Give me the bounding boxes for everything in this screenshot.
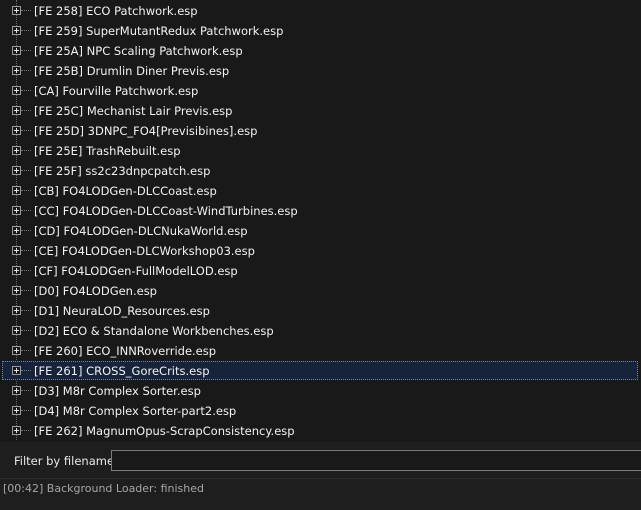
plugin-name: [D4] M8r Complex Sorter-part2.esp	[34, 404, 237, 418]
plugin-name: [FE 25E] TrashRebuilt.esp	[34, 144, 181, 158]
tree-branch-line	[21, 230, 31, 231]
tree-row[interactable]: [CE] FO4LODGen-DLCWorkshop03.esp	[0, 241, 641, 261]
tree-branch-line	[21, 370, 31, 371]
tree-row[interactable]: [FE 25B] Drumlin Diner Previs.esp	[0, 61, 641, 81]
tree-branch-line	[21, 110, 31, 111]
tree-row[interactable]: [D3] M8r Complex Sorter.esp	[0, 381, 641, 401]
plugin-name: [FE 261] CROSS_GoreCrits.esp	[34, 364, 210, 378]
expand-plus-icon[interactable]	[12, 106, 21, 115]
plugin-name: [D0] FO4LODGen.esp	[34, 284, 157, 298]
plugin-name: [FE 259] SuperMutantRedux Patchwork.esp	[34, 24, 284, 38]
plugin-name: [FE 260] ECO_INNRoverride.esp	[34, 344, 217, 358]
filter-label: Filter by filename:	[14, 454, 118, 468]
expand-plus-icon[interactable]	[12, 26, 21, 35]
tree-row[interactable]: [D0] FO4LODGen.esp	[0, 281, 641, 301]
expand-plus-icon[interactable]	[12, 126, 21, 135]
expand-plus-icon[interactable]	[12, 206, 21, 215]
tree-branch-line	[21, 70, 31, 71]
expand-plus-icon[interactable]	[12, 146, 21, 155]
tree-branch-line	[21, 130, 31, 131]
expand-plus-icon[interactable]	[12, 86, 21, 95]
tree-row[interactable]: [FE 25E] TrashRebuilt.esp	[0, 141, 641, 161]
tree-branch-line	[21, 30, 31, 31]
plugin-name: [FE 25A] NPC Scaling Patchwork.esp	[34, 44, 243, 58]
tree-branch-line	[21, 50, 31, 51]
tree-row[interactable]: [CD] FO4LODGen-DLCNukaWorld.esp	[0, 221, 641, 241]
filter-bar: Filter by filename:	[0, 442, 641, 478]
plugin-name: [FE 258] ECO Patchwork.esp	[34, 4, 198, 18]
tree-branch-line	[21, 270, 31, 271]
tree-row[interactable]: [FE 259] SuperMutantRedux Patchwork.esp	[0, 21, 641, 41]
plugin-name: [CF] FO4LODGen-FullModelLOD.esp	[34, 264, 238, 278]
plugin-name: [FE 25F] ss2c23dnpcpatch.esp	[34, 164, 211, 178]
tree-row[interactable]: [FE 260] ECO_INNRoverride.esp	[0, 341, 641, 361]
plugin-name: [D1] NeuraLOD_Resources.esp	[34, 304, 210, 318]
tree-row[interactable]: [CC] FO4LODGen-DLCCoast-WindTurbines.esp	[0, 201, 641, 221]
tree-branch-line	[21, 290, 31, 291]
tree-branch-line	[21, 150, 31, 151]
expand-plus-icon[interactable]	[12, 246, 21, 255]
tree-row[interactable]: [D1] NeuraLOD_Resources.esp	[0, 301, 641, 321]
tree-branch-line	[21, 410, 31, 411]
tree-branch-line	[21, 430, 31, 431]
tree-row[interactable]: [CB] FO4LODGen-DLCCoast.esp	[0, 181, 641, 201]
tree-row[interactable]: [FE 258] ECO Patchwork.esp	[0, 1, 641, 21]
expand-plus-icon[interactable]	[12, 46, 21, 55]
tree-branch-line	[21, 250, 31, 251]
plugin-name: [FE 25B] Drumlin Diner Previs.esp	[34, 64, 230, 78]
expand-plus-icon[interactable]	[12, 166, 21, 175]
tree-row[interactable]: [FE 25F] ss2c23dnpcpatch.esp	[0, 161, 641, 181]
expand-plus-icon[interactable]	[12, 346, 21, 355]
tree-row[interactable]: [D4] M8r Complex Sorter-part2.esp	[0, 401, 641, 421]
expand-plus-icon[interactable]	[12, 326, 21, 335]
plugin-name: [D2] ECO & Standalone Workbenches.esp	[34, 324, 274, 338]
expand-plus-icon[interactable]	[12, 266, 21, 275]
tree-branch-line	[21, 390, 31, 391]
tree-branch-line	[21, 310, 31, 311]
tree-branch-line	[21, 10, 31, 11]
expand-plus-icon[interactable]	[12, 226, 21, 235]
expand-plus-icon[interactable]	[12, 366, 21, 375]
status-text: [00:42] Background Loader: finished	[3, 482, 204, 495]
tree-branch-line	[21, 190, 31, 191]
expand-plus-icon[interactable]	[12, 6, 21, 15]
tree-branch-line	[21, 330, 31, 331]
tree-branch-line	[21, 90, 31, 91]
plugin-tree[interactable]: [FE 258] ECO Patchwork.esp [FE 259] Super…	[0, 0, 641, 442]
expand-plus-icon[interactable]	[12, 426, 21, 435]
plugin-name: [CD] FO4LODGen-DLCNukaWorld.esp	[34, 224, 248, 238]
expand-plus-icon[interactable]	[12, 66, 21, 75]
tree-branch-line	[21, 210, 31, 211]
tree-row[interactable]: [CA] Fourville Patchwork.esp	[0, 81, 641, 101]
tree-row[interactable]: [FE 25C] Mechanist Lair Previs.esp	[0, 101, 641, 121]
expand-plus-icon[interactable]	[12, 406, 21, 415]
tree-branch-line	[21, 350, 31, 351]
expand-plus-icon[interactable]	[12, 386, 21, 395]
plugin-name: [CB] FO4LODGen-DLCCoast.esp	[34, 184, 217, 198]
tree-branch-line	[21, 170, 31, 171]
tree-row[interactable]: [D2] ECO & Standalone Workbenches.esp	[0, 321, 641, 341]
filter-input[interactable]	[111, 450, 641, 471]
plugin-name: [D3] M8r Complex Sorter.esp	[34, 384, 201, 398]
tree-row[interactable]: [FE 25D] 3DNPC_FO4[Previsibines].esp	[0, 121, 641, 141]
expand-plus-icon[interactable]	[12, 186, 21, 195]
plugin-name: [CA] Fourville Patchwork.esp	[34, 84, 199, 98]
plugin-name: [FE 25C] Mechanist Lair Previs.esp	[34, 104, 233, 118]
plugin-name: [CE] FO4LODGen-DLCWorkshop03.esp	[34, 244, 255, 258]
plugin-name: [CC] FO4LODGen-DLCCoast-WindTurbines.esp	[34, 204, 298, 218]
status-bar: [00:42] Background Loader: finished	[0, 479, 641, 510]
expand-plus-icon[interactable]	[12, 306, 21, 315]
tree-row[interactable]: [FE 262] MagnumOpus-ScrapConsistency.esp	[0, 421, 641, 441]
expand-plus-icon[interactable]	[12, 286, 21, 295]
tree-row[interactable]: [CF] FO4LODGen-FullModelLOD.esp	[0, 261, 641, 281]
plugin-name: [FE 262] MagnumOpus-ScrapConsistency.esp	[34, 424, 295, 438]
tree-row[interactable]: [FE 261] CROSS_GoreCrits.esp	[0, 361, 641, 381]
tree-row[interactable]: [FE 25A] NPC Scaling Patchwork.esp	[0, 41, 641, 61]
plugin-name: [FE 25D] 3DNPC_FO4[Previsibines].esp	[34, 124, 258, 138]
